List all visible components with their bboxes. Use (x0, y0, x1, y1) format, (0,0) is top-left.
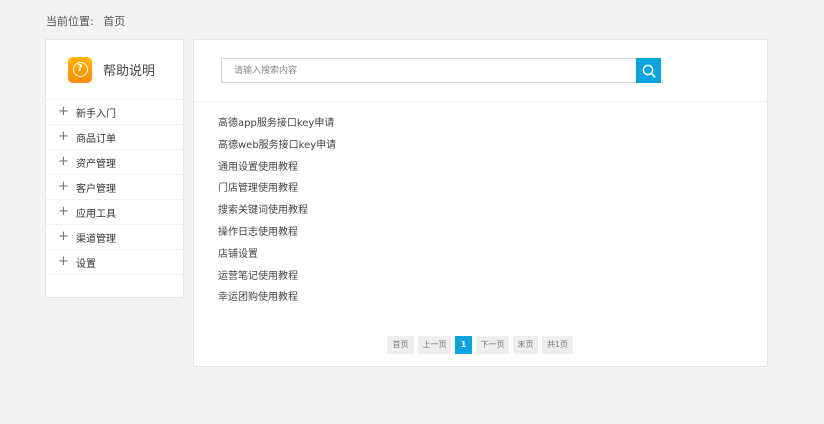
article-link[interactable]: 高德app服务接口key申请 (218, 113, 336, 135)
search-input[interactable] (221, 58, 637, 83)
article-link[interactable]: 高德web服务接口key申请 (218, 135, 336, 157)
help-sidebar: ? 帮助说明 + 新手入门 + 商品订单 + 资产管理 + 客户管理 + 应用工具 + 渠道… (45, 39, 184, 298)
article-link[interactable]: 搜索关键词使用教程 (218, 200, 336, 222)
sidebar-item-label: 新手入门 (76, 108, 116, 120)
total-pages-label: 共1页 (542, 336, 573, 354)
article-link[interactable]: 幸运团购使用教程 (218, 287, 336, 309)
pagination: 首页 上一页 1 下一页 末页 共1页 (387, 336, 577, 354)
question-circle-icon: ? (68, 56, 92, 83)
article-link[interactable]: 通用设置使用教程 (218, 157, 336, 179)
article-list: 高德app服务接口key申请 高德web服务接口key申请 通用设置使用教程 门… (218, 113, 336, 309)
sidebar-item-label: 渠道管理 (76, 233, 116, 245)
article-link[interactable]: 门店管理使用教程 (218, 178, 336, 200)
current-page-button[interactable]: 1 (455, 336, 472, 354)
first-page-button[interactable]: 首页 (387, 336, 414, 354)
search-icon (642, 64, 656, 78)
next-page-button[interactable]: 下一页 (476, 336, 509, 354)
breadcrumb-label: 当前位置: (46, 15, 94, 28)
sidebar-header: ? 帮助说明 (46, 40, 183, 100)
sidebar-item-label: 资产管理 (76, 158, 116, 170)
sidebar-item-label: 设置 (76, 258, 96, 270)
sidebar-item-channels[interactable]: + 渠道管理 (46, 225, 183, 250)
sidebar-item-orders[interactable]: + 商品订单 (46, 125, 183, 150)
plus-icon: + (58, 154, 69, 169)
breadcrumb: 当前位置: 首页 (46, 13, 125, 29)
sidebar-item-label: 应用工具 (76, 208, 116, 220)
sidebar-item-customers[interactable]: + 客户管理 (46, 175, 183, 200)
search-button[interactable] (636, 58, 661, 83)
sidebar-item-assets[interactable]: + 资产管理 (46, 150, 183, 175)
sidebar-item-tools[interactable]: + 应用工具 (46, 200, 183, 225)
sidebar-title: 帮助说明 (103, 64, 156, 79)
sidebar-item-beginner[interactable]: + 新手入门 (46, 100, 183, 125)
sidebar-item-label: 客户管理 (76, 183, 116, 195)
plus-icon: + (58, 104, 69, 119)
prev-page-button[interactable]: 上一页 (418, 336, 451, 354)
sidebar-item-label: 商品订单 (76, 133, 116, 145)
plus-icon: + (58, 129, 69, 144)
sidebar-item-settings[interactable]: + 设置 (46, 250, 183, 275)
plus-icon: + (58, 204, 69, 219)
article-link[interactable]: 运营笔记使用教程 (218, 266, 336, 288)
plus-icon: + (58, 229, 69, 244)
plus-icon: + (58, 179, 69, 194)
article-link[interactable]: 操作日志使用教程 (218, 222, 336, 244)
article-link[interactable]: 店铺设置 (218, 244, 336, 266)
help-content-panel: 高德app服务接口key申请 高德web服务接口key申请 通用设置使用教程 门… (193, 39, 768, 367)
last-page-button[interactable]: 末页 (513, 336, 538, 354)
breadcrumb-home-link[interactable]: 首页 (103, 15, 125, 28)
sidebar-menu: + 新手入门 + 商品订单 + 资产管理 + 客户管理 + 应用工具 + 渠道管理 + 设置 (46, 100, 183, 275)
search-bar (194, 40, 767, 102)
plus-icon: + (58, 254, 69, 269)
